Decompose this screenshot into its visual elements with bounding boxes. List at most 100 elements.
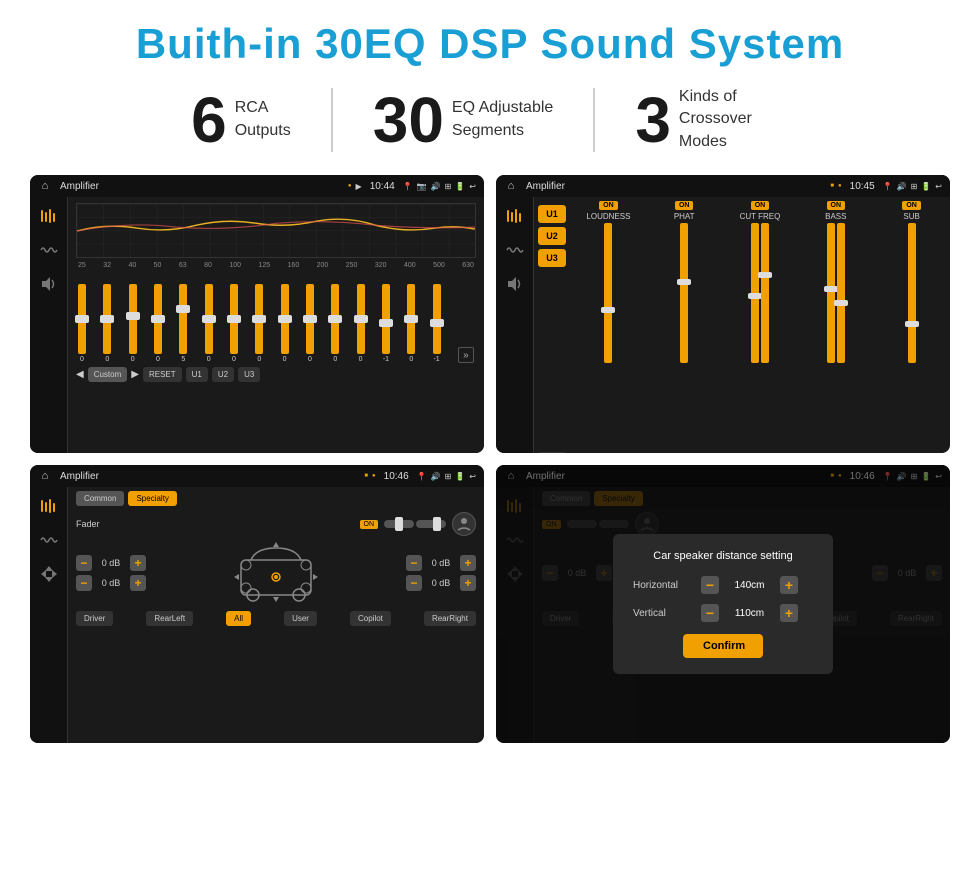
rearleft-btn[interactable]: RearLeft <box>146 611 193 626</box>
vertical-plus[interactable]: + <box>780 604 798 622</box>
right-vol-minus-2[interactable]: − <box>406 575 422 591</box>
left-vol-controls: − 0 dB + − 0 dB + <box>76 555 146 591</box>
left-vol-minus-1[interactable]: − <box>76 555 92 571</box>
u2-btn[interactable]: U2 <box>538 227 566 245</box>
left-vol-plus-1[interactable]: + <box>130 555 146 571</box>
eq-slider-4[interactable]: 0 <box>154 284 162 363</box>
stat-number-eq: 30 <box>373 88 444 152</box>
back-icon[interactable]: ↩ <box>469 182 476 191</box>
home-icon[interactable]: ⌂ <box>38 179 52 193</box>
grid-icon-3: ⊞ <box>445 472 452 481</box>
eq-u2-btn[interactable]: U2 <box>212 367 234 382</box>
fader-dots: ■ ● <box>364 473 375 479</box>
left-vol-minus-2[interactable]: − <box>76 575 92 591</box>
cross-sidebar-eq[interactable] <box>504 205 526 227</box>
eq-u3-btn[interactable]: U3 <box>238 367 260 382</box>
bass-channel: ON BASS <box>799 201 872 453</box>
fader-sidebar <box>30 487 68 743</box>
cross-status-icons: ■ ● <box>830 183 841 189</box>
distance-screen: ⌂ Amplifier ■ ● 10:46 📍 🔊 ⊞ 🔋 ↩ <box>496 465 950 743</box>
eq-slider-5[interactable]: 5 <box>179 284 187 363</box>
fader-label-text: Fader <box>76 519 100 529</box>
copilot-btn[interactable]: Copilot <box>350 611 391 626</box>
eq-prev-btn[interactable]: ◀ <box>76 369 84 380</box>
horizontal-row: Horizontal − 140cm + <box>633 576 813 594</box>
back-icon-3[interactable]: ↩ <box>469 472 476 481</box>
eq-sidebar-speaker[interactable] <box>38 273 60 295</box>
eq-slider-10[interactable]: 0 <box>306 284 314 363</box>
eq-slider-13[interactable]: -1 <box>382 284 390 363</box>
stat-rca: 6 RCAOutputs <box>151 88 333 152</box>
fader-sidebar-eq[interactable] <box>38 495 60 517</box>
u3-btn[interactable]: U3 <box>538 249 566 267</box>
home-icon-3[interactable]: ⌂ <box>38 469 52 483</box>
back-icon-2[interactable]: ↩ <box>935 182 942 191</box>
eq-next-btn[interactable]: ▶ <box>131 369 139 380</box>
play-icon: ▶ <box>356 182 362 191</box>
right-vol-plus-2[interactable]: + <box>460 575 476 591</box>
driver-btn[interactable]: Driver <box>76 611 113 626</box>
cross-sidebar-speaker[interactable] <box>504 273 526 295</box>
left-vol-row-2: − 0 dB + <box>76 575 146 591</box>
confirm-button[interactable]: Confirm <box>683 634 763 658</box>
eq-slider-2[interactable]: 0 <box>103 284 111 363</box>
horizontal-minus[interactable]: − <box>701 576 719 594</box>
eq-custom-btn[interactable]: Custom <box>88 367 128 382</box>
eq-slider-1[interactable]: 0 <box>78 284 86 363</box>
eq-reset-btn[interactable]: RESET <box>143 367 182 382</box>
eq-graph <box>76 203 476 258</box>
left-vol-value-1: 0 dB <box>96 558 126 568</box>
fader-sidebar-wave[interactable] <box>38 529 60 551</box>
vertical-value: 110cm <box>727 608 772 619</box>
car-diagram-container <box>152 540 400 605</box>
bat-icon-3: 🔋 <box>455 472 465 481</box>
eq-slider-9[interactable]: 0 <box>281 284 289 363</box>
left-vol-plus-2[interactable]: + <box>130 575 146 591</box>
rearright-btn[interactable]: RearRight <box>424 611 476 626</box>
reset-label[interactable]: RESET <box>538 452 566 453</box>
loudness-on[interactable]: ON <box>599 201 618 210</box>
eq-slider-3[interactable]: 0 <box>129 284 137 363</box>
grid-icon: ⊞ <box>445 182 452 191</box>
user-btn[interactable]: User <box>284 611 317 626</box>
right-vol-minus-1[interactable]: − <box>406 555 422 571</box>
fader-on-badge[interactable]: ON <box>360 520 379 529</box>
crossover-screen: ⌂ Amplifier ■ ● 10:45 📍 🔊 ⊞ 🔋 ↩ <box>496 175 950 453</box>
eq-slider-15[interactable]: -1 <box>433 284 441 363</box>
phat-on[interactable]: ON <box>675 201 694 210</box>
eq-expand[interactable]: » <box>458 347 474 363</box>
location-icon-3: 📍 <box>417 472 427 481</box>
eq-slider-7[interactable]: 0 <box>230 284 238 363</box>
eq-slider-12[interactable]: 0 <box>357 284 365 363</box>
eq-bottom-bar: ◀ Custom ▶ RESET U1 U2 U3 <box>76 367 476 382</box>
eq-u1-btn[interactable]: U1 <box>186 367 208 382</box>
horizontal-plus[interactable]: + <box>780 576 798 594</box>
fader-sidebar-arrows[interactable] <box>38 563 60 585</box>
common-tab[interactable]: Common <box>76 491 124 506</box>
sub-on[interactable]: ON <box>902 201 921 210</box>
screens-grid: ⌂ Amplifier ● ▶ 10:44 📍 📷 🔊 ⊞ 🔋 ↩ <box>30 175 950 743</box>
vertical-minus[interactable]: − <box>701 604 719 622</box>
eq-main-area: 25 32 40 50 63 80 100 125 160 200 250 32… <box>68 197 484 453</box>
specialty-tab[interactable]: Specialty <box>128 491 176 506</box>
vol-icon-3: 🔊 <box>431 472 441 481</box>
cutfreq-on[interactable]: ON <box>751 201 770 210</box>
eq-sidebar-eq[interactable] <box>38 205 60 227</box>
all-btn[interactable]: All <box>226 611 251 626</box>
vertical-row: Vertical − 110cm + <box>633 604 813 622</box>
right-vol-controls: − 0 dB + − 0 dB + <box>406 555 476 591</box>
home-icon-2[interactable]: ⌂ <box>504 179 518 193</box>
fader-profile-icon[interactable] <box>452 512 476 536</box>
eq-slider-8[interactable]: 0 <box>255 284 263 363</box>
bass-on[interactable]: ON <box>827 201 846 210</box>
u1-btn[interactable]: U1 <box>538 205 566 223</box>
eq-slider-6[interactable]: 0 <box>205 284 213 363</box>
eq-sidebar-wave[interactable] <box>38 239 60 261</box>
crossover-topbar: ⌂ Amplifier ■ ● 10:45 📍 🔊 ⊞ 🔋 ↩ <box>496 175 950 197</box>
eq-slider-11[interactable]: 0 <box>331 284 339 363</box>
cross-reset-btn[interactable]: RESET <box>538 448 566 453</box>
right-vol-plus-1[interactable]: + <box>460 555 476 571</box>
eq-slider-14[interactable]: 0 <box>407 284 415 363</box>
cross-sidebar-wave[interactable] <box>504 239 526 261</box>
vol-icon-2: 🔊 <box>897 182 907 191</box>
